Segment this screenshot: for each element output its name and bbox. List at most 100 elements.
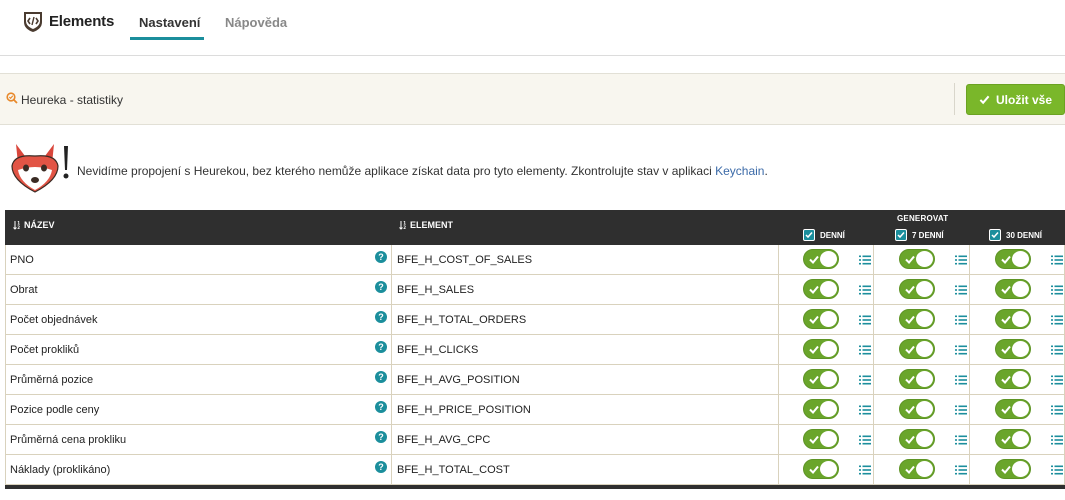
gen-col-daily[interactable]: DENNÍ xyxy=(803,229,845,241)
check-icon xyxy=(1001,405,1011,414)
list-icon[interactable] xyxy=(955,345,967,355)
list-icon[interactable] xyxy=(859,375,871,385)
col-name-label: NÁZEV xyxy=(24,220,55,230)
svg-text:2: 2 xyxy=(403,225,406,230)
toggle-knob xyxy=(820,281,837,297)
toggle-30day[interactable] xyxy=(995,279,1031,299)
list-icon[interactable] xyxy=(955,405,967,415)
list-icon[interactable] xyxy=(859,405,871,415)
toggle-30day[interactable] xyxy=(995,429,1031,449)
toggle-7day[interactable] xyxy=(899,339,935,359)
check-icon xyxy=(809,405,819,414)
sort-by-element[interactable]: 12 ELEMENT xyxy=(399,220,453,230)
question-mark-icon[interactable]: ? xyxy=(375,251,387,263)
question-mark-icon[interactable]: ? xyxy=(375,311,387,323)
sort-by-name[interactable]: 12 NÁZEV xyxy=(13,220,55,230)
col-divider xyxy=(969,335,970,364)
toggle-7day[interactable] xyxy=(899,309,935,329)
save-all-label: Uložit vše xyxy=(995,92,1052,107)
list-icon[interactable] xyxy=(955,375,967,385)
tab-nastaveni[interactable]: Nastavení xyxy=(139,15,200,30)
question-mark-icon[interactable]: ? xyxy=(375,371,387,383)
list-icon[interactable] xyxy=(955,285,967,295)
table-row: Počet prokliků ? BFE_H_CLICKS xyxy=(5,335,1065,365)
check-all-daily-checkbox[interactable] xyxy=(803,229,815,241)
question-mark-icon[interactable]: ? xyxy=(375,281,387,293)
check-icon xyxy=(905,315,915,324)
toggle-daily[interactable] xyxy=(803,429,839,449)
list-icon[interactable] xyxy=(1051,345,1063,355)
question-mark-icon[interactable]: ? xyxy=(375,401,387,413)
toggle-daily[interactable] xyxy=(803,459,839,479)
toggle-knob xyxy=(916,401,933,417)
check-all-7day-checkbox[interactable] xyxy=(895,229,907,241)
toolbar-divider xyxy=(954,83,955,115)
check-icon xyxy=(1001,345,1011,354)
toggle-30day[interactable] xyxy=(995,399,1031,419)
toggle-knob xyxy=(820,251,837,267)
toggle-knob xyxy=(1012,371,1029,387)
check-icon xyxy=(991,232,999,239)
tab-napoveda[interactable]: Nápověda xyxy=(225,15,287,30)
toggle-30day[interactable] xyxy=(995,309,1031,329)
col-divider xyxy=(391,245,392,274)
check-icon xyxy=(1001,285,1011,294)
list-icon[interactable] xyxy=(859,315,871,325)
toggle-daily[interactable] xyxy=(803,249,839,269)
col-divider xyxy=(969,455,970,484)
list-icon[interactable] xyxy=(859,345,871,355)
toggle-daily[interactable] xyxy=(803,339,839,359)
list-icon[interactable] xyxy=(859,465,871,475)
row-name: Průměrná cena prokliku xyxy=(10,434,127,446)
toggle-7day[interactable] xyxy=(899,369,935,389)
check-all-30day-checkbox[interactable] xyxy=(989,229,1001,241)
check-icon xyxy=(1001,375,1011,384)
toggle-daily[interactable] xyxy=(803,279,839,299)
col-divider xyxy=(391,305,392,334)
list-icon[interactable] xyxy=(1051,405,1063,415)
table-row: Průměrná pozice ? BFE_H_AVG_POSITION xyxy=(5,365,1065,395)
gen-col-30day[interactable]: 30 DENNÍ xyxy=(989,229,1042,241)
app-logo-icon[interactable] xyxy=(21,9,45,33)
question-mark-icon[interactable]: ? xyxy=(375,461,387,473)
toggle-knob xyxy=(820,311,837,327)
list-icon[interactable] xyxy=(955,315,967,325)
list-icon[interactable] xyxy=(1051,285,1063,295)
row-element-code: BFE_H_TOTAL_COST xyxy=(397,464,510,476)
toggle-30day[interactable] xyxy=(995,339,1031,359)
app-brand[interactable]: Elements xyxy=(49,13,114,30)
toggle-knob xyxy=(916,311,933,327)
toggle-7day[interactable] xyxy=(899,279,935,299)
toggle-30day[interactable] xyxy=(995,249,1031,269)
list-icon[interactable] xyxy=(955,435,967,445)
sort-icon: 12 xyxy=(13,221,20,230)
toggle-daily[interactable] xyxy=(803,399,839,419)
toggle-7day[interactable] xyxy=(899,459,935,479)
toggle-30day[interactable] xyxy=(995,459,1031,479)
list-icon[interactable] xyxy=(1051,255,1063,265)
list-icon[interactable] xyxy=(859,285,871,295)
toggle-daily[interactable] xyxy=(803,369,839,389)
toggle-knob xyxy=(916,431,933,447)
col-divider xyxy=(778,395,779,424)
question-mark-icon[interactable]: ? xyxy=(375,341,387,353)
check-icon xyxy=(809,375,819,384)
toggle-7day[interactable] xyxy=(899,399,935,419)
save-all-button[interactable]: Uložit vše xyxy=(966,84,1065,115)
alert-end: . xyxy=(764,164,768,178)
toggle-30day[interactable] xyxy=(995,369,1031,389)
list-icon[interactable] xyxy=(1051,465,1063,475)
gen-col-7day[interactable]: 7 DENNÍ xyxy=(895,229,944,241)
toggle-7day[interactable] xyxy=(899,429,935,449)
list-icon[interactable] xyxy=(1051,375,1063,385)
keychain-link[interactable]: Keychain xyxy=(715,164,764,178)
list-icon[interactable] xyxy=(1051,315,1063,325)
list-icon[interactable] xyxy=(955,465,967,475)
list-icon[interactable] xyxy=(859,255,871,265)
list-icon[interactable] xyxy=(1051,435,1063,445)
toggle-daily[interactable] xyxy=(803,309,839,329)
list-icon[interactable] xyxy=(955,255,967,265)
toggle-7day[interactable] xyxy=(899,249,935,269)
list-icon[interactable] xyxy=(859,435,871,445)
question-mark-icon[interactable]: ? xyxy=(375,431,387,443)
